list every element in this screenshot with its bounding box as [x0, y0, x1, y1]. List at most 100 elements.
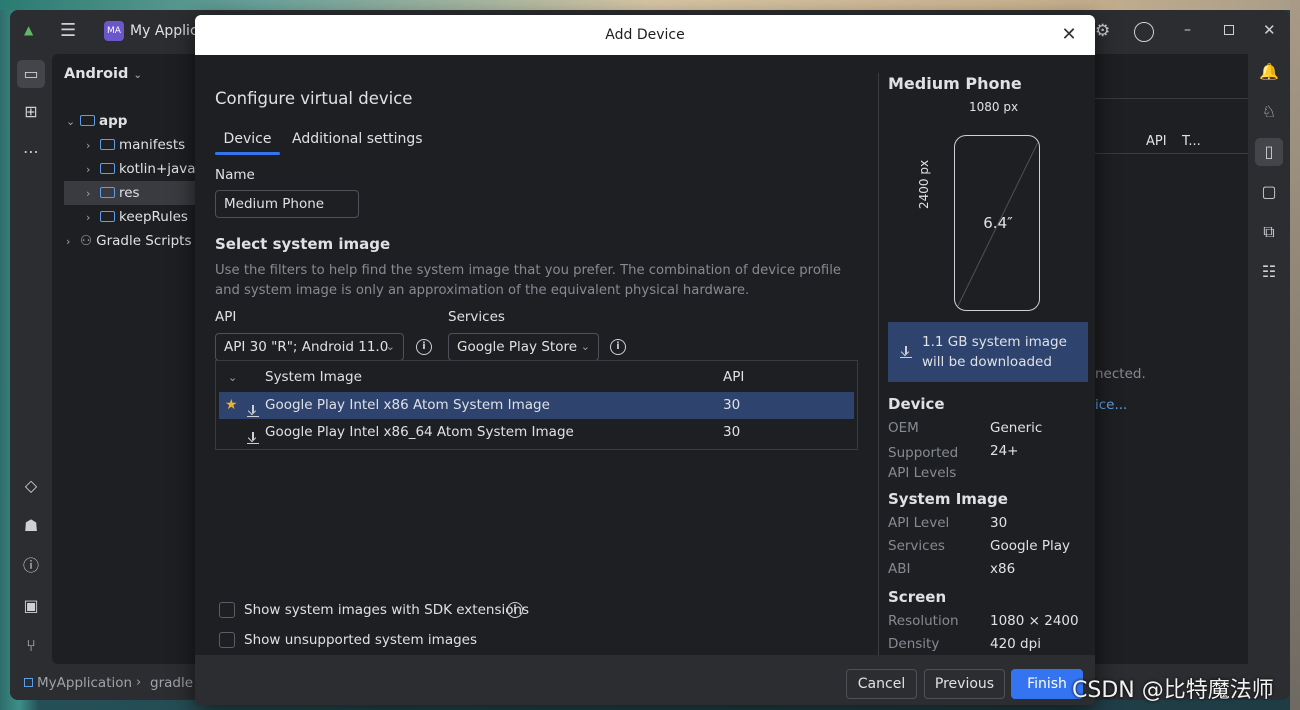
folder-icon [100, 211, 115, 222]
previous-button[interactable]: Previous [924, 669, 1005, 699]
tab-label: Additional settings [292, 131, 423, 147]
breadcrumb-folder[interactable]: gradle [150, 675, 193, 691]
chevron-right-icon: › [86, 163, 91, 176]
phone-preview: 6.4″ [954, 135, 1040, 311]
chevron-right-icon: › [86, 187, 91, 200]
tree-item-app[interactable]: ⌄ app [66, 109, 127, 133]
account-icon[interactable] [1134, 22, 1154, 42]
services-info-icon[interactable]: i [610, 339, 626, 355]
terminal-icon[interactable]: ▣ [17, 592, 45, 620]
system-image-heading: Select system image [215, 235, 391, 253]
unsupported-images-checkbox[interactable] [219, 632, 235, 648]
system-image-api: 30 [723, 397, 741, 413]
maximize-icon[interactable] [1224, 25, 1234, 35]
device-name-field[interactable]: Medium Phone [215, 190, 359, 218]
download-notice-text: 1.1 GB system image will be downloaded [922, 334, 1067, 370]
sdk-extensions-checkbox[interactable] [219, 602, 235, 618]
settings-gear-icon[interactable]: ⚙ [1095, 21, 1110, 41]
more-tools-icon[interactable]: ⋯ [17, 138, 45, 166]
column-header-system-image[interactable]: System Image [265, 364, 362, 391]
table-row[interactable]: Google Play Intel x86_64 Atom System Ima… [219, 419, 854, 446]
dialog-header: Add Device ✕ [195, 15, 1095, 55]
abi-label: ABI [888, 561, 911, 577]
system-image-table: ⌄ System Image API ★ Google Play Intel x… [215, 360, 858, 450]
system-image-api: 30 [723, 424, 741, 440]
sdk-extensions-info-icon[interactable]: i [507, 602, 523, 618]
column-header-api[interactable]: API [723, 364, 744, 391]
device-manager-icon[interactable]: ▯ [1255, 138, 1283, 166]
close-icon[interactable]: ✕ [1057, 23, 1081, 47]
api-level-label: API Level [888, 515, 950, 531]
git-branch-icon[interactable]: ⑂ [17, 632, 45, 660]
unsupported-images-label[interactable]: Show unsupported system images [244, 632, 477, 648]
breadcrumb-separator-icon: › [136, 675, 142, 690]
tree-item-label: Gradle Scripts [96, 233, 192, 249]
device-section-heading: Device [888, 395, 945, 413]
minimize-icon[interactable]: – [1184, 22, 1191, 38]
services-select[interactable]: Google Play Store ⌄ [448, 333, 599, 361]
problems-icon[interactable]: ⓘ [17, 552, 45, 580]
tree-item-label: manifests [119, 137, 186, 153]
running-devices-icon[interactable]: ▢ [1255, 178, 1283, 206]
density-label: Density [888, 636, 940, 652]
add-device-dialog: Add Device ✕ Configure virtual device De… [195, 15, 1095, 705]
api-level-value: 30 [990, 515, 1008, 531]
chevron-right-icon: › [86, 211, 91, 224]
page-title: Configure virtual device [215, 89, 413, 108]
editor-table-header: API T... [1092, 130, 1249, 154]
help-text: Use the filters to help find the system … [215, 263, 841, 298]
gemini-icon[interactable]: ◇ [17, 472, 45, 500]
tab-additional-settings[interactable]: Additional settings [292, 129, 423, 157]
module-icon [24, 678, 33, 687]
api-info-icon[interactable]: i [416, 339, 432, 355]
chevron-down-icon[interactable]: ⌄ [228, 364, 237, 391]
desktop-background-right [1290, 0, 1300, 710]
api-label: API [215, 309, 237, 325]
gradle-elephant-icon[interactable]: ♘ [1255, 98, 1283, 126]
project-view-label: Android [64, 66, 129, 82]
star-icon[interactable]: ★ [225, 392, 238, 419]
column-header-api: API [1146, 134, 1167, 149]
sdk-extensions-label[interactable]: Show system images with SDK extensions [244, 602, 529, 618]
logcat-icon[interactable]: ☗ [17, 512, 45, 540]
chevron-right-icon: › [66, 235, 71, 248]
active-tab-indicator [215, 152, 280, 155]
breadcrumb-project[interactable]: MyApplication [37, 675, 132, 691]
project-badge[interactable]: MA [104, 21, 124, 41]
module-folder-icon [80, 115, 95, 126]
project-folder-icon[interactable]: ▭ [17, 60, 45, 88]
editor-area: API T... nected. ice... [1092, 54, 1249, 664]
resolution-value: 1080 × 2400 [990, 613, 1079, 629]
column-header-type: T... [1182, 134, 1201, 149]
table-row[interactable]: ★ Google Play Intel x86 Atom System Imag… [219, 392, 854, 419]
tree-item-label: res [119, 185, 140, 201]
tree-item-res[interactable]: › res [64, 181, 214, 205]
tree-item-manifests[interactable]: › manifests [86, 133, 185, 157]
structure-icon[interactable]: ☷ [1255, 258, 1283, 286]
right-tool-strip: 🔔 ♘ ▯ ▢ ⧉ ☷ [1248, 54, 1290, 664]
empty-state-link[interactable]: ice... [1095, 397, 1127, 413]
chevron-down-icon: ⌄ [133, 70, 142, 81]
gradle-icon: ⚇ [80, 233, 93, 249]
folder-icon [100, 139, 115, 150]
notifications-bell-icon[interactable]: 🔔 [1255, 58, 1283, 86]
main-menu-icon[interactable]: ☰ [60, 20, 76, 41]
resource-manager-icon[interactable]: ⊞ [17, 98, 45, 126]
tree-item-keeprules[interactable]: › keepRules [86, 205, 188, 229]
project-panel: Android ⌄ ⌄ app › manifests › kotlin+java ›… [52, 54, 214, 664]
device-mirroring-icon[interactable]: ⧉ [1255, 218, 1283, 246]
tree-item-label: app [99, 113, 128, 129]
close-window-icon[interactable]: ✕ [1263, 21, 1276, 39]
tree-item-kotlin-java[interactable]: › kotlin+java [86, 157, 196, 181]
folder-icon [100, 187, 115, 198]
tree-item-gradle-scripts[interactable]: › ⚇ Gradle Scripts [66, 229, 192, 253]
folder-icon [100, 163, 115, 174]
api-levels-value: 24+ [990, 443, 1019, 459]
tree-item-label: kotlin+java [119, 161, 196, 177]
cancel-button[interactable]: Cancel [846, 669, 917, 699]
screen-height-label: 2400 px [917, 159, 931, 209]
dialog-footer: Cancel Previous Finish [195, 655, 1095, 705]
project-view-selector[interactable]: Android ⌄ [64, 66, 142, 82]
api-select[interactable]: API 30 "R"; Android 11.0 ⌄ [215, 333, 404, 361]
empty-state-text: nected. [1095, 366, 1146, 382]
